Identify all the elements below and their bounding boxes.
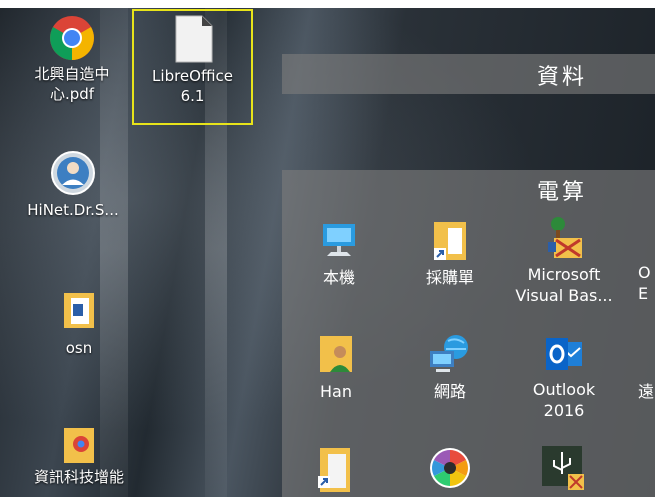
tile-label: E [638,284,649,303]
tile-label: 採購單 [425,268,474,287]
desktop-icon-label: 北興自造中 [34,65,110,83]
tile-label: Microsoft [527,265,601,284]
user-folder-icon [320,336,352,372]
tile-label: 本機 [322,268,355,287]
tile-folder-shortcut-partial[interactable] [314,446,354,496]
desktop-icon-label: 心.pdf [49,85,95,103]
outlook-icon [546,338,582,370]
folder-shortcut-icon [434,222,466,260]
tile-label: Han [320,382,352,401]
tile-label: 2016 [543,401,585,420]
desktop-icon-chrome-pdf[interactable]: 北興自造中 心.pdf [22,14,122,104]
tile-this-pc[interactable]: 本機 [297,220,381,288]
tile-purchase[interactable]: 採購單 [407,218,493,288]
desktop-icon-label: osn [65,339,93,357]
tile-label: O [638,263,651,282]
desktop-icon-info-tech[interactable]: 資訊科技增能 [20,425,138,487]
desktop-icon-label: 資訊科技增能 [33,468,124,486]
tile-partial-o[interactable]: O E [638,262,655,304]
tile-usb-partial[interactable] [540,444,586,496]
desktop-icon-hinet[interactable]: HiNet.Dr.S... [18,150,128,220]
tile-label: 網路 [433,382,466,401]
hinet-doctor-icon [51,151,95,195]
tile-vba[interactable]: Microsoft Visual Bas... [508,214,620,306]
network-icon [430,335,468,372]
group-title: 資料 [537,65,588,90]
libreoffice-document-icon [175,15,212,63]
color-wheel-icon [430,448,470,488]
desktop-icon-libreoffice[interactable]: LibreOffice 6.1 [134,14,251,106]
visual-basic-icon [548,217,582,258]
usb-device-icon [542,446,584,490]
desktop-icon-label: 6.1 [180,87,205,105]
desktop-icon-label: HiNet.Dr.S... [27,201,119,219]
word-document-icon [64,293,94,328]
tile-network[interactable]: 網路 [407,333,493,402]
desktop-icon-osn[interactable]: osn [44,290,114,358]
group-title: 電算 [537,180,588,205]
tile-label: Outlook [532,380,596,399]
chrome-shortcut-folder-icon [64,428,94,463]
tile-color-wheel-partial[interactable] [428,446,472,494]
desktop-icon-label: LibreOffice [152,67,233,85]
top-edge-strip [0,0,655,8]
tile-label: Visual Bas... [515,286,613,305]
computer-monitor-icon [323,224,355,256]
tile-outlook[interactable]: Outlook 2016 [518,334,610,421]
tile-label: 遠 [638,382,655,401]
start-group-data[interactable]: 資料 [282,54,655,94]
tile-han[interactable]: Han [300,334,372,402]
tile-partial-yuan[interactable]: 遠 [638,381,655,402]
document-folder-icon [318,448,350,492]
chrome-icon [50,16,94,60]
